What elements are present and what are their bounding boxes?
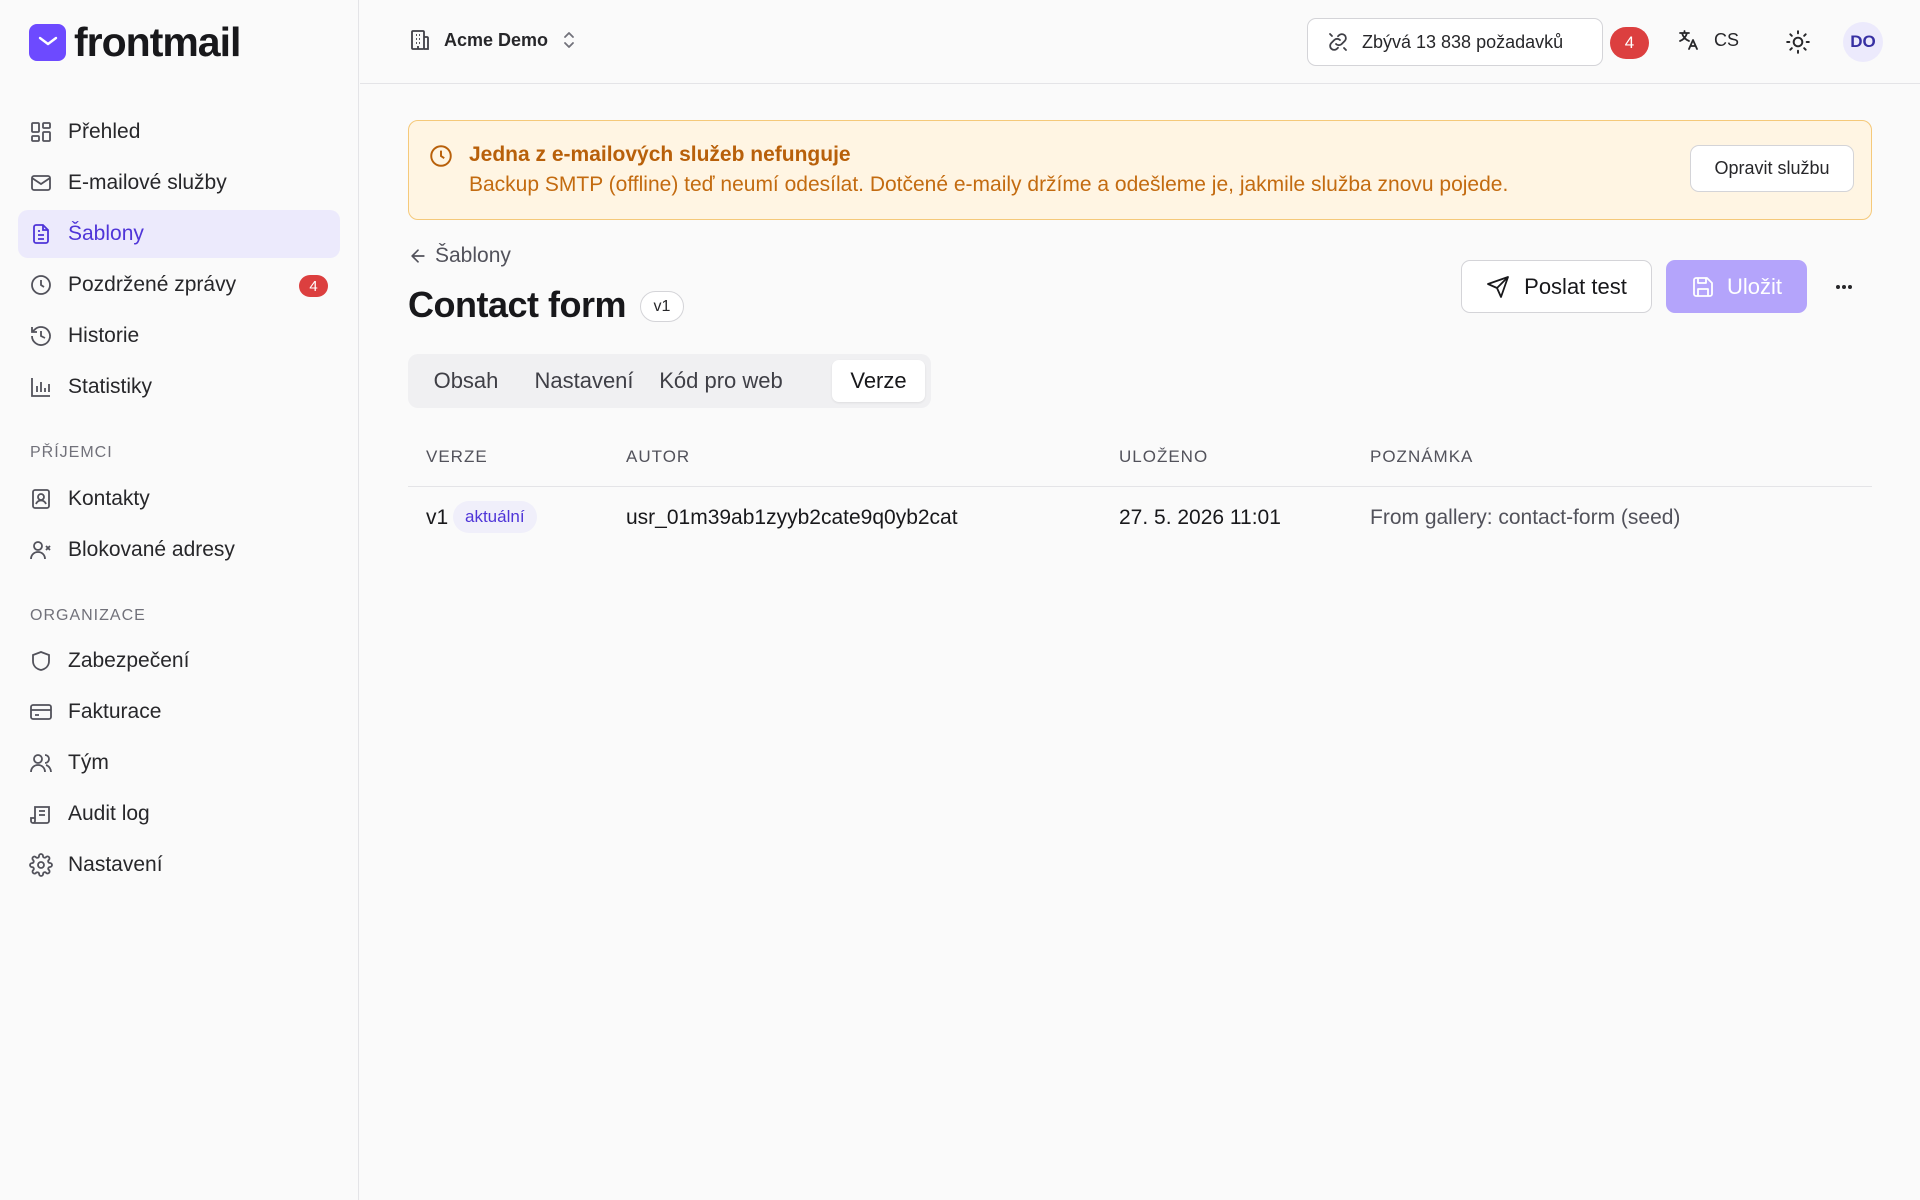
org-switcher[interactable]: Acme Demo xyxy=(408,28,578,52)
table-row[interactable]: v1 aktuální usr_01m39ab1zyyb2cate9q0yb2c… xyxy=(408,488,1872,548)
sidebar: frontmail Přehled E-mailové služby Šablo… xyxy=(0,0,359,1200)
sidebar-item-label: Blokované adresy xyxy=(68,538,235,561)
more-options-icon[interactable] xyxy=(1829,272,1859,302)
notification-badge[interactable]: 4 xyxy=(1610,27,1649,59)
sidebar-item-label: Historie xyxy=(68,324,140,347)
sidebar-item-label: Šablony xyxy=(68,222,144,245)
sidebar-item-label: Fakturace xyxy=(68,700,162,723)
held-messages-badge: 4 xyxy=(299,275,328,297)
arrow-left-icon xyxy=(408,246,428,266)
link-icon xyxy=(1326,30,1350,54)
organization-nav: Zabezpečení Fakturace Tým Audit log Nast… xyxy=(18,637,340,892)
section-organization: ORGANIZACE xyxy=(30,607,146,624)
service-alert: Jedna z e-mailových služeb nefunguje Bac… xyxy=(408,120,1872,220)
sidebar-item-label: Kontakty xyxy=(68,487,150,510)
row-note: From gallery: contact-form (seed) xyxy=(1370,506,1681,529)
user-x-icon xyxy=(29,538,53,562)
dashboard-icon xyxy=(29,120,53,144)
version-badge: v1 xyxy=(640,291,684,322)
tab-content[interactable]: Obsah xyxy=(414,360,518,402)
sidebar-item-templates[interactable]: Šablony xyxy=(18,210,340,258)
translate-icon xyxy=(1676,28,1700,52)
sidebar-item-label: Zabezpečení xyxy=(68,649,190,672)
quota-button[interactable]: Zbývá 13 838 požadavků xyxy=(1307,18,1603,66)
section-recipients: PŘÍJEMCI xyxy=(30,444,113,461)
send-test-button[interactable]: Poslat test xyxy=(1461,260,1652,313)
fix-service-button[interactable]: Opravit službu xyxy=(1690,145,1854,192)
gear-icon xyxy=(29,853,53,877)
sidebar-item-email-services[interactable]: E-mailové služby xyxy=(18,159,340,207)
language-switcher[interactable]: CS xyxy=(1676,28,1739,52)
scroll-icon xyxy=(29,802,53,826)
save-button[interactable]: Uložit xyxy=(1666,260,1807,313)
alert-message: Backup SMTP (offline) teď neumí odesílat… xyxy=(469,173,1509,196)
contact-card-icon xyxy=(29,487,53,511)
back-link[interactable]: Šablony xyxy=(408,244,511,268)
row-author: usr_01m39ab1zyyb2cate9q0yb2cat xyxy=(626,506,958,529)
org-name: Acme Demo xyxy=(444,29,549,50)
sun-icon[interactable] xyxy=(1785,29,1811,55)
logo[interactable]: frontmail xyxy=(29,19,241,65)
sidebar-item-label: Pozdržené zprávy xyxy=(68,273,237,296)
save-icon xyxy=(1691,275,1715,299)
main-nav: Přehled E-mailové služby Šablony Pozdrže… xyxy=(18,108,340,414)
tab-bar: Obsah Nastavení Kód pro web Verze xyxy=(408,354,931,408)
sidebar-item-label: Nastavení xyxy=(68,853,163,876)
sidebar-item-label: Statistiky xyxy=(68,375,153,398)
page-title: Contact form xyxy=(408,284,627,325)
clock-warning-icon xyxy=(428,143,454,169)
back-link-label: Šablony xyxy=(435,244,511,267)
credit-card-icon xyxy=(29,700,53,724)
sidebar-item-held-messages[interactable]: Pozdržené zprávy 4 xyxy=(18,261,340,309)
tab-versions[interactable]: Verze xyxy=(832,360,925,402)
tab-web-code[interactable]: Kód pro web xyxy=(650,360,792,402)
recipients-nav: Kontakty Blokované adresy xyxy=(18,475,340,577)
brand-name: frontmail xyxy=(74,19,241,65)
language-code: CS xyxy=(1714,29,1740,50)
send-icon xyxy=(1486,275,1510,299)
clock-icon xyxy=(29,273,53,297)
quota-text: Zbývá 13 838 požadavků xyxy=(1362,31,1564,52)
tab-settings[interactable]: Nastavení xyxy=(522,360,646,402)
users-icon xyxy=(29,751,53,775)
versions-table-header: VERZE AUTOR ULOŽENO POZNÁMKA xyxy=(408,427,1872,487)
sidebar-item-prehled[interactable]: Přehled xyxy=(18,108,340,156)
row-version: v1 xyxy=(426,506,449,529)
sidebar-item-label: E-mailové služby xyxy=(68,171,227,194)
bar-chart-icon xyxy=(29,375,53,399)
row-saved: 27. 5. 2026 11:01 xyxy=(1119,506,1281,529)
sidebar-item-settings[interactable]: Nastavení xyxy=(18,841,340,889)
mail-icon xyxy=(29,171,53,195)
sidebar-item-statistics[interactable]: Statistiky xyxy=(18,363,340,411)
current-version-badge: aktuální xyxy=(453,501,537,533)
column-header-author: AUTOR xyxy=(626,447,691,466)
sidebar-item-label: Audit log xyxy=(68,802,150,825)
column-header-version: VERZE xyxy=(426,447,488,466)
sidebar-item-audit-log[interactable]: Audit log xyxy=(18,790,340,838)
sidebar-item-contacts[interactable]: Kontakty xyxy=(18,475,340,523)
sidebar-item-team[interactable]: Tým xyxy=(18,739,340,787)
file-text-icon xyxy=(29,222,53,246)
avatar[interactable]: DO xyxy=(1843,22,1883,62)
chevron-up-down-icon xyxy=(560,30,578,50)
shield-icon xyxy=(29,649,53,673)
history-icon xyxy=(29,324,53,348)
sidebar-item-security[interactable]: Zabezpečení xyxy=(18,637,340,685)
column-header-saved: ULOŽENO xyxy=(1119,447,1209,466)
topbar: Acme Demo Zbývá 13 838 požadavků 4 CS DO xyxy=(360,0,1920,84)
save-label: Uložit xyxy=(1726,273,1782,299)
logo-mark-icon xyxy=(29,24,66,61)
column-header-note: POZNÁMKA xyxy=(1370,447,1474,466)
sidebar-item-billing[interactable]: Fakturace xyxy=(18,688,340,736)
alert-title: Jedna z e-mailových služeb nefunguje xyxy=(469,143,851,166)
sidebar-item-history[interactable]: Historie xyxy=(18,312,340,360)
sidebar-item-label: Přehled xyxy=(68,120,141,143)
sidebar-item-blocked[interactable]: Blokované adresy xyxy=(18,526,340,574)
building-icon xyxy=(408,28,432,52)
sidebar-item-label: Tým xyxy=(68,751,109,774)
send-test-label: Poslat test xyxy=(1524,273,1627,299)
